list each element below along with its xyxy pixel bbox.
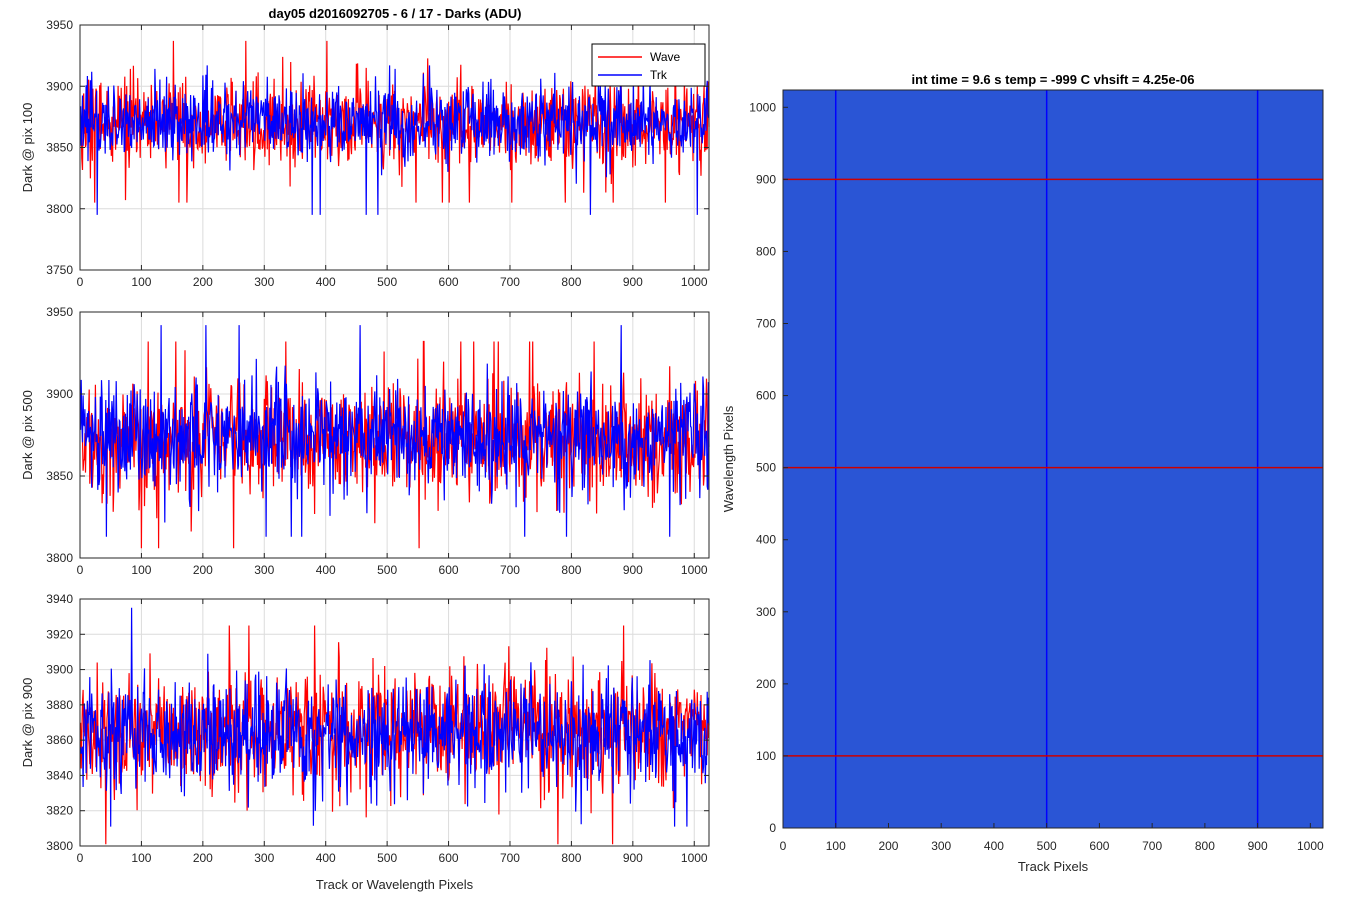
x-tick-label: 0	[77, 275, 84, 289]
image-x-tick-label: 1000	[1297, 839, 1324, 853]
y-tick-label: 3800	[46, 551, 73, 565]
y-tick-label: 3950	[46, 18, 73, 32]
y-tick-label: 3950	[46, 305, 73, 319]
image-ylabel: Wavelength Pixels	[721, 405, 736, 512]
image-x-tick-label: 0	[780, 839, 787, 853]
x-tick-label: 600	[439, 275, 459, 289]
y-tick-label: 3840	[46, 768, 73, 782]
x-tick-label: 800	[561, 851, 581, 865]
dark-pix500-panel: 0 100 200 300 400 500 600 700 800 900 1000 3800 3850…	[20, 305, 710, 577]
y-tick-label: 3860	[46, 733, 73, 747]
x-tick-label: 900	[623, 563, 643, 577]
dark-pix900-panel: 0 100 200 300 400 500 600 700 800 900 1000 3800 3820…	[20, 592, 710, 892]
image-title: int time = 9.6 s temp = -999 C vhsift = …	[912, 72, 1195, 87]
y-tick-label: 3900	[46, 663, 73, 677]
image-y-tick-label: 800	[756, 244, 776, 258]
image-x-tick-label: 800	[1195, 839, 1215, 853]
figure: day05 d2016092705 - 6 / 17 - Darks (ADU)…	[20, 6, 1324, 892]
x-tick-label: 800	[561, 275, 581, 289]
image-y-tick-label: 400	[756, 533, 776, 547]
x-tick-label: 800	[561, 563, 581, 577]
legend-wave-label: Wave	[650, 50, 681, 64]
x-tick-label: 500	[377, 563, 397, 577]
image-y-tick-label: 900	[756, 172, 776, 186]
image-y-tick-label: 700	[756, 317, 776, 331]
image-x-tick-label: 700	[1142, 839, 1162, 853]
image-x-tick-label: 400	[984, 839, 1004, 853]
y-tick-label: 3900	[46, 387, 73, 401]
legend-trk-label: Trk	[650, 68, 668, 82]
x-tick-label: 500	[377, 275, 397, 289]
legend: Wave Trk	[591, 43, 706, 87]
x-tick-label: 1000	[681, 563, 708, 577]
y-tick-label: 3800	[46, 839, 73, 853]
image-y-tick-label: 0	[769, 821, 776, 835]
legend-box	[591, 43, 706, 87]
x-tick-label: 200	[193, 851, 213, 865]
y-tick-label: 3900	[46, 79, 73, 93]
image-x-tick-label: 300	[931, 839, 951, 853]
x-tick-label: 700	[500, 851, 520, 865]
image-x-tick-label: 100	[826, 839, 846, 853]
x-tick-label: 300	[254, 563, 274, 577]
figure-title: day05 d2016092705 - 6 / 17 - Darks (ADU)	[269, 6, 522, 21]
x-tick-label: 900	[623, 275, 643, 289]
image-y-tick-label: 100	[756, 749, 776, 763]
y-tick-label: 3880	[46, 698, 73, 712]
x-axis-label: Track or Wavelength Pixels	[316, 877, 474, 892]
y-tick-label: 3920	[46, 627, 73, 641]
image-x-tick-label: 200	[878, 839, 898, 853]
y-tick-label: 3940	[46, 592, 73, 606]
y-tick-label: 3850	[46, 141, 73, 155]
image-x-tick-label: 600	[1089, 839, 1109, 853]
dark-frame-image-panel: int time = 9.6 s temp = -999 C vhsift = …	[721, 72, 1324, 874]
x-tick-label: 600	[439, 851, 459, 865]
x-tick-label: 0	[77, 563, 84, 577]
x-tick-label: 1000	[681, 275, 708, 289]
x-tick-label: 400	[316, 851, 336, 865]
image-y-tick-label: 500	[756, 461, 776, 475]
dark-frame-image	[783, 90, 1323, 828]
image-y-tick-label: 600	[756, 389, 776, 403]
x-tick-label: 300	[254, 851, 274, 865]
image-xlabel: Track Pixels	[1018, 859, 1089, 874]
x-tick-label: 1000	[681, 851, 708, 865]
x-tick-label: 200	[193, 563, 213, 577]
x-tick-label: 100	[131, 275, 151, 289]
y-tick-label: 3800	[46, 202, 73, 216]
x-tick-label: 400	[316, 275, 336, 289]
image-y-tick-label: 300	[756, 605, 776, 619]
y-axis-label: Dark @ pix 900	[20, 678, 35, 768]
x-tick-label: 200	[193, 275, 213, 289]
x-tick-label: 100	[131, 851, 151, 865]
x-tick-label: 300	[254, 275, 274, 289]
y-tick-label: 3850	[46, 469, 73, 483]
y-tick-label: 3820	[46, 804, 73, 818]
x-tick-label: 500	[377, 851, 397, 865]
image-y-tick-label: 200	[756, 677, 776, 691]
x-tick-label: 900	[623, 851, 643, 865]
y-axis-label: Dark @ pix 100	[20, 103, 35, 193]
image-x-tick-label: 500	[1037, 839, 1057, 853]
x-tick-label: 0	[77, 851, 84, 865]
y-axis-label: Dark @ pix 500	[20, 390, 35, 480]
y-tick-label: 3750	[46, 263, 73, 277]
x-tick-label: 600	[439, 563, 459, 577]
x-tick-label: 700	[500, 563, 520, 577]
image-x-tick-label: 900	[1248, 839, 1268, 853]
x-tick-label: 400	[316, 563, 336, 577]
x-tick-label: 100	[131, 563, 151, 577]
image-y-tick-label: 1000	[749, 100, 776, 114]
x-tick-label: 700	[500, 275, 520, 289]
